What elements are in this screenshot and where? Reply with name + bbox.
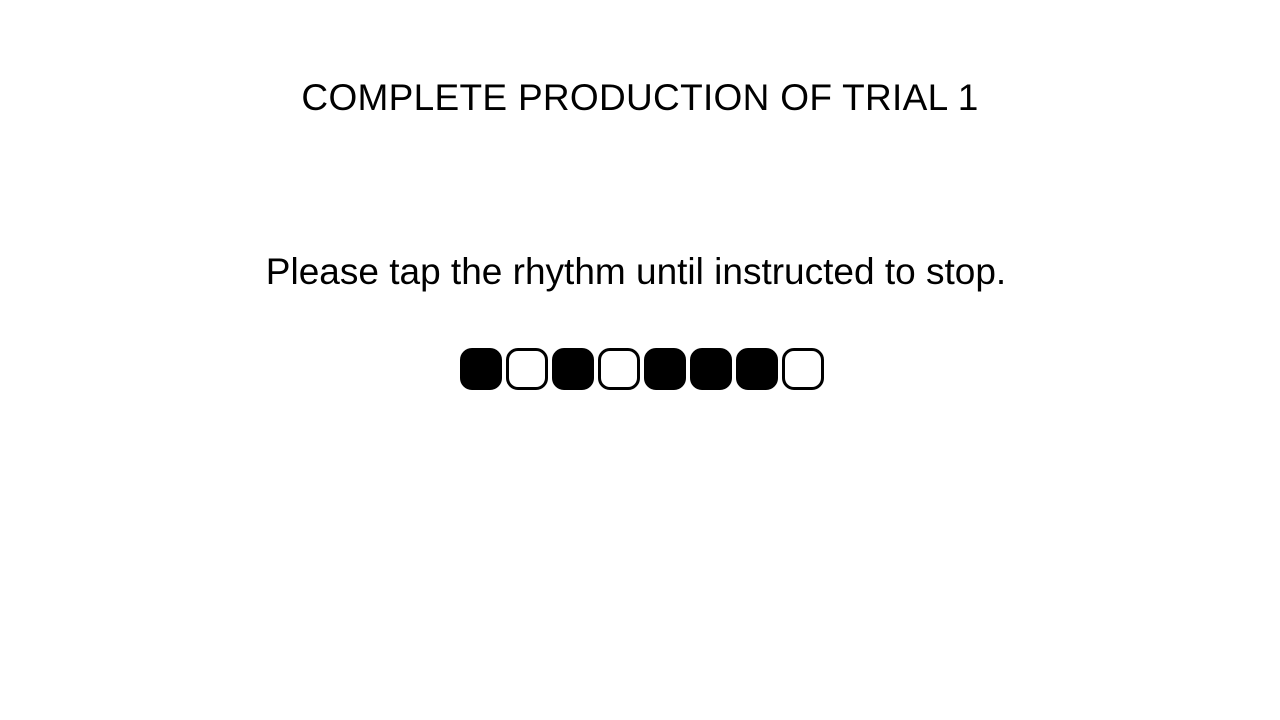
- trial-heading: COMPLETE PRODUCTION OF TRIAL 1: [301, 77, 979, 118]
- tap-instruction: Please tap the rhythm until instructed t…: [265, 251, 1007, 292]
- rhythm-beat-filled: [552, 348, 594, 390]
- rhythm-pattern: [460, 348, 824, 390]
- rhythm-beat-filled: [460, 348, 502, 390]
- trial-screen: COMPLETE PRODUCTION OF TRIAL 1 Please ta…: [0, 0, 1280, 720]
- rhythm-beat-empty: [506, 348, 548, 390]
- rhythm-beat-empty: [782, 348, 824, 390]
- rhythm-beat-empty: [598, 348, 640, 390]
- rhythm-beat-filled: [690, 348, 732, 390]
- rhythm-beat-filled: [644, 348, 686, 390]
- rhythm-beat-filled: [736, 348, 778, 390]
